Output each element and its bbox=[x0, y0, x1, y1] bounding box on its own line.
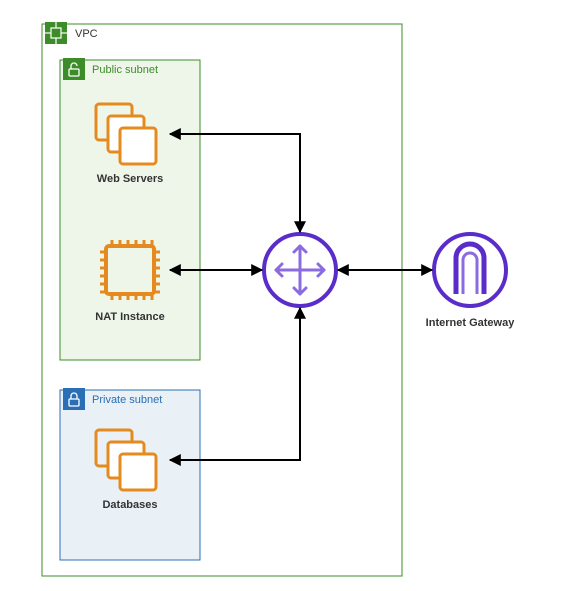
public-subnet-label: Public subnet bbox=[92, 64, 158, 76]
nat-instance-label: NAT Instance bbox=[95, 311, 164, 323]
lock-closed-icon bbox=[63, 388, 85, 410]
router-icon bbox=[264, 234, 336, 306]
public-subnet-container: Public subnet Web Servers bbox=[60, 58, 200, 360]
connections bbox=[170, 134, 432, 460]
databases-label: Databases bbox=[102, 499, 157, 511]
internet-gateway-icon bbox=[434, 234, 506, 306]
private-subnet-label: Private subnet bbox=[92, 394, 162, 406]
vpc-label: VPC bbox=[75, 28, 98, 40]
web-servers-label: Web Servers bbox=[97, 173, 163, 185]
lock-open-icon bbox=[63, 58, 85, 80]
private-subnet-container: Private subnet Databases bbox=[60, 388, 200, 560]
architecture-diagram: VPC Public subnet Web Servers bbox=[0, 0, 568, 591]
internet-gateway-label: Internet Gateway bbox=[426, 317, 516, 329]
vpc-icon bbox=[45, 22, 67, 44]
